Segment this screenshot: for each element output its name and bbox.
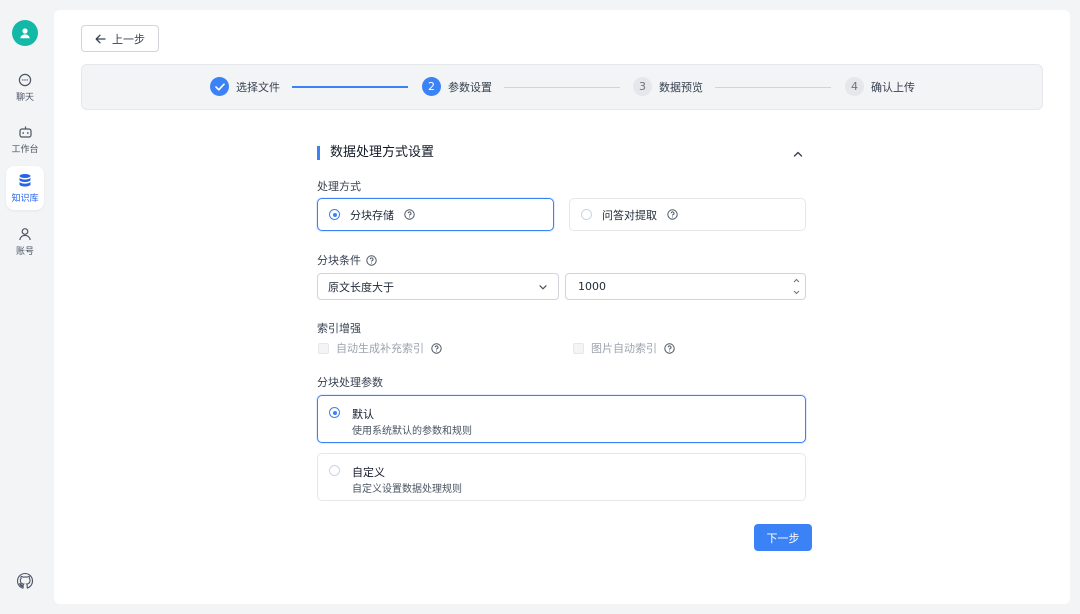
database-icon	[19, 173, 31, 186]
chevron-down-icon	[539, 284, 547, 289]
params-label-text: 分块处理参数	[317, 376, 383, 389]
chevron-down-icon	[793, 290, 799, 295]
step-indicator: 选择文件 2 参数设置 3 数据预览 4 确认上传	[81, 64, 1043, 110]
help-icon[interactable]	[664, 342, 675, 354]
step-label: 确认上传	[871, 80, 915, 94]
step-2: 2 参数设置	[422, 77, 492, 96]
param-option-title: 自定义	[352, 466, 385, 479]
chunk-length-input[interactable]	[565, 273, 806, 300]
mode-label: 处理方式	[317, 178, 361, 194]
sidebar: 聊天 工作台 知识库 账号	[0, 0, 50, 614]
radio-unselected	[581, 209, 592, 220]
index-option-auto-supplement[interactable]: 自动生成补充索引	[318, 340, 442, 356]
sidebar-item-workbench[interactable]: 工作台	[6, 118, 44, 162]
param-option-title: 默认	[352, 408, 374, 421]
quantity-stepper[interactable]	[787, 274, 805, 299]
github-icon[interactable]	[16, 572, 34, 590]
param-option-desc: 自定义设置数据处理规则	[352, 484, 462, 495]
params-label: 分块处理参数	[317, 374, 383, 390]
step-connector	[715, 87, 831, 88]
back-button[interactable]: 上一步	[81, 25, 159, 52]
step-number: 4	[845, 77, 864, 96]
main-panel: 上一步 选择文件 2 参数设置 3 数据预览 4 确认上传 数据处理方式设置 处…	[54, 10, 1070, 604]
radio-selected	[329, 407, 340, 418]
chunk-condition-label-text: 分块条件	[317, 254, 361, 267]
radio-selected	[329, 209, 340, 220]
sidebar-item-label: 账号	[15, 247, 34, 257]
sidebar-item-label: 知识库	[11, 193, 39, 204]
robot-icon	[18, 126, 32, 138]
section-title: 数据处理方式设置	[317, 146, 434, 160]
checkbox[interactable]	[318, 342, 329, 354]
step-number: 2	[422, 77, 441, 96]
help-icon[interactable]	[366, 254, 377, 266]
step-label: 参数设置	[448, 80, 492, 94]
sidebar-item-knowledge-base[interactable]: 知识库	[6, 166, 44, 210]
index-label: 索引增强	[317, 320, 361, 336]
chunk-length-field[interactable]	[566, 274, 787, 299]
mode-option-label: 问答对提取	[602, 208, 657, 222]
chevron-up-icon[interactable]	[792, 148, 804, 160]
user-icon	[19, 228, 31, 241]
mode-option-chunk[interactable]: 分块存储	[317, 198, 554, 231]
chunk-condition-value: 原文长度大于	[328, 280, 394, 294]
sidebar-item-label: 聊天	[15, 93, 34, 103]
step-connector	[292, 86, 408, 88]
step-connector	[504, 87, 620, 88]
index-option-image-index[interactable]: 图片自动索引	[573, 340, 675, 356]
avatar[interactable]	[12, 20, 38, 46]
back-button-label: 上一步	[112, 32, 145, 46]
chevron-up-icon	[793, 278, 799, 283]
step-label: 选择文件	[236, 80, 280, 94]
checkbox-label: 图片自动索引	[591, 342, 657, 355]
sidebar-item-account[interactable]: 账号	[6, 220, 44, 264]
param-option-default[interactable]: 默认 使用系统默认的参数和规则	[317, 395, 806, 443]
param-option-desc: 使用系统默认的参数和规则	[352, 426, 472, 437]
step-1: 选择文件	[210, 77, 280, 96]
decrement-button[interactable]	[787, 287, 805, 300]
chunk-condition-select[interactable]: 原文长度大于	[317, 273, 559, 300]
help-icon[interactable]	[404, 209, 415, 220]
index-label-text: 索引增强	[317, 322, 361, 335]
mode-option-label: 分块存储	[350, 208, 394, 222]
step-label: 数据预览	[659, 80, 703, 94]
next-button[interactable]: 下一步	[754, 524, 812, 551]
checkbox-label: 自动生成补充索引	[336, 342, 424, 355]
help-icon[interactable]	[667, 209, 678, 220]
param-option-custom[interactable]: 自定义 自定义设置数据处理规则	[317, 453, 806, 501]
check-icon	[210, 77, 229, 96]
step-4: 4 确认上传	[845, 77, 915, 96]
sidebar-item-label: 工作台	[11, 145, 39, 155]
increment-button[interactable]	[787, 274, 805, 287]
step-3: 3 数据预览	[633, 77, 703, 96]
radio-unselected	[329, 465, 340, 476]
mode-label-text: 处理方式	[317, 180, 361, 193]
chat-icon	[18, 73, 32, 87]
arrow-left-icon	[95, 34, 106, 43]
sidebar-item-chat[interactable]: 聊天	[6, 66, 44, 110]
checkbox[interactable]	[573, 342, 584, 354]
user-avatar-icon	[20, 28, 30, 39]
chunk-condition-label: 分块条件	[317, 252, 377, 268]
step-number: 3	[633, 77, 652, 96]
help-icon[interactable]	[431, 342, 442, 354]
mode-option-qa[interactable]: 问答对提取	[569, 198, 806, 231]
